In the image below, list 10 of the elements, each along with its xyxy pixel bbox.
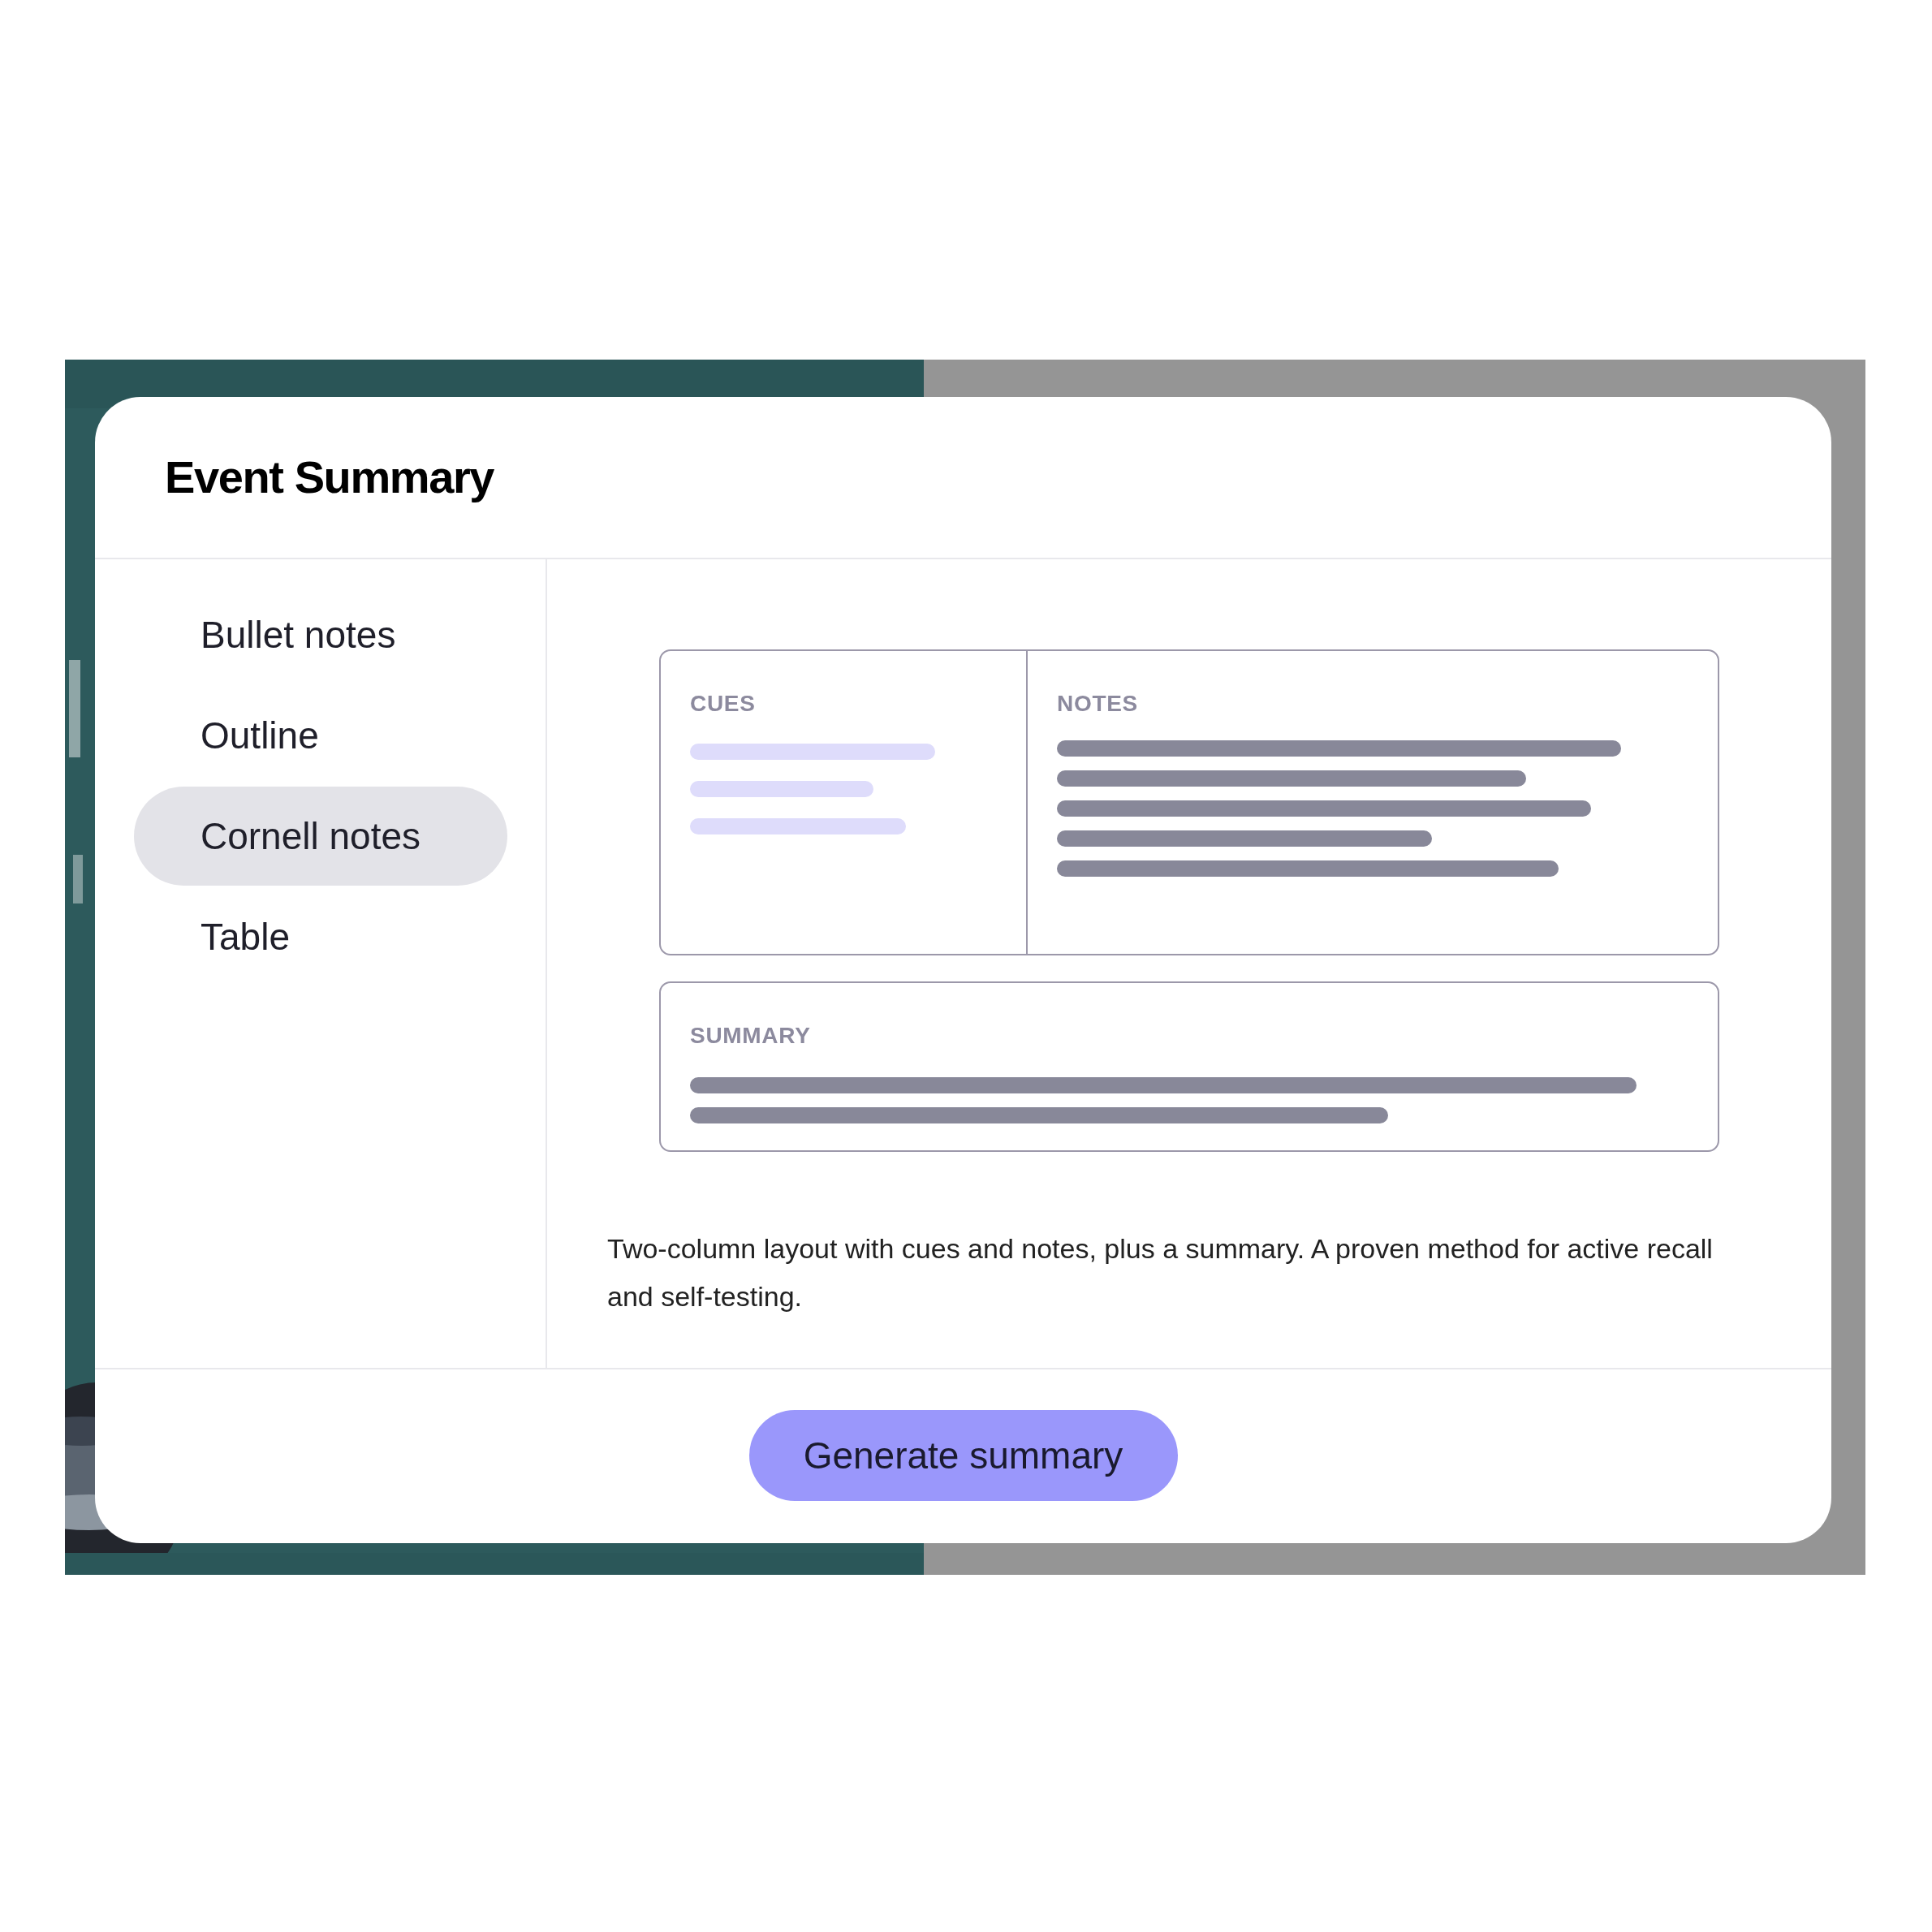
summary-label: SUMMARY — [690, 1022, 812, 1050]
format-description: Two-column layout with cues and notes, plus a summary. A proven method for active recall and self-testing. — [607, 1232, 1714, 1313]
format-option[interactable]: Outline — [134, 686, 507, 785]
dialog-title: Event Summary — [165, 451, 494, 504]
generate-summary-button[interactable]: Generate summary — [748, 1410, 1178, 1501]
cues-label: CUES — [690, 690, 757, 718]
format-option[interactable]: Bullet notes — [134, 585, 507, 684]
format-option[interactable]: Cornell notes — [134, 787, 507, 886]
format-option[interactable]: Table — [134, 887, 507, 986]
notes-label: NOTES — [1057, 690, 1139, 718]
